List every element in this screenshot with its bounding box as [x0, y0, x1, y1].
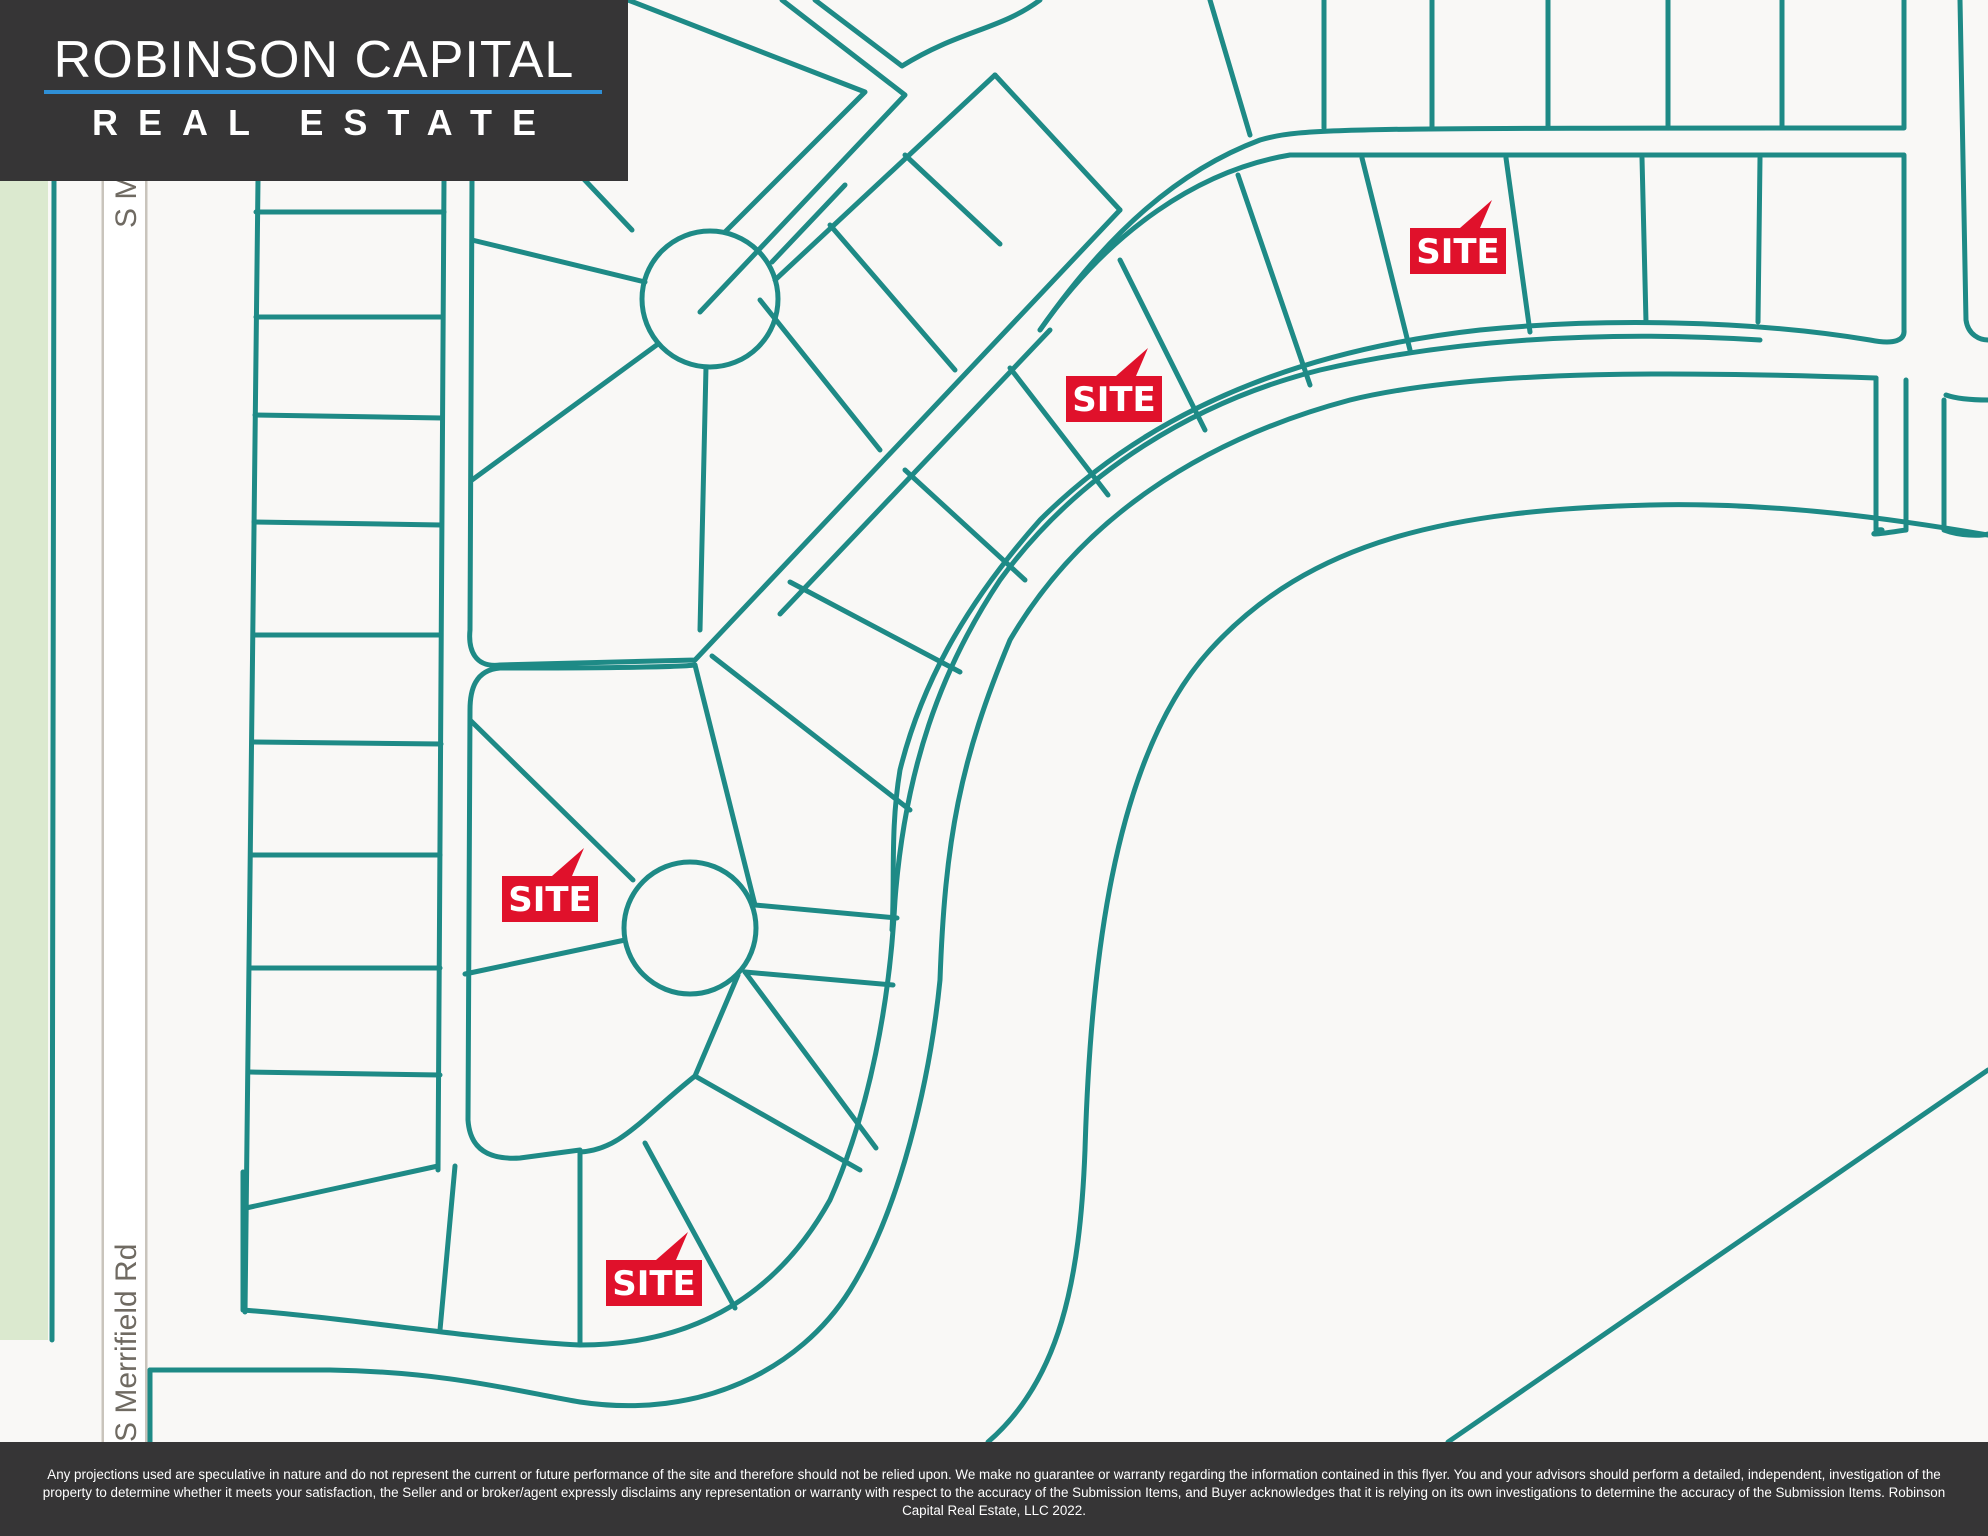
site-marker[interactable]: SITE: [606, 1232, 702, 1306]
site-marker[interactable]: SITE: [502, 848, 598, 922]
site-marker[interactable]: SITE: [1410, 200, 1506, 274]
lot-lines: [49, 0, 1988, 1445]
site-marker-label: SITE: [1072, 380, 1156, 420]
logo-brand-name: ROBINSON CAPITAL: [53, 31, 575, 89]
road-label-s-merrifield: S Merrifield Rd: [110, 1244, 143, 1442]
road-label-s-m: S M: [110, 175, 143, 228]
logo-divider: [44, 90, 602, 94]
site-marker[interactable]: SITE: [1066, 348, 1162, 422]
company-logo: ROBINSON CAPITAL REAL ESTATE: [0, 0, 628, 181]
park-strip: [0, 180, 48, 1340]
logo-subtitle: REAL ESTATE: [91, 102, 557, 143]
disclaimer-text: Any projections used are speculative in …: [42, 1467, 1946, 1518]
disclaimer-footer: Any projections used are speculative in …: [0, 1442, 1988, 1536]
site-marker-label: SITE: [508, 880, 592, 920]
subdivision-plat-map: S Merrifield Rd S M SITE SITE SITE SITE: [0, 0, 1988, 1445]
site-marker-label: SITE: [1416, 232, 1500, 272]
site-marker-label: SITE: [612, 1264, 696, 1304]
